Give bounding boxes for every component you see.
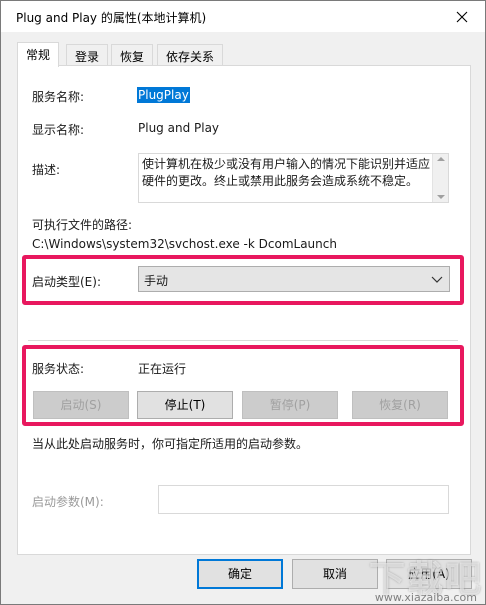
- window-title: Plug and Play 的属性(本地计算机): [16, 11, 207, 25]
- chevron-down-icon: [431, 276, 443, 283]
- title-bar: Plug and Play 的属性(本地计算机): [1, 1, 485, 32]
- cancel-button[interactable]: 取消: [292, 559, 378, 589]
- watermark-url: www.xiazaiba.com: [374, 591, 477, 604]
- scroll-down-icon[interactable]: [437, 195, 445, 199]
- ok-button[interactable]: 确定: [197, 559, 283, 589]
- properties-dialog: Plug and Play 的属性(本地计算机) 常规 登录 恢复 依存关系 服…: [0, 0, 486, 605]
- description-text: 使计算机在极少或没有用户输入的情况下能识别并适应硬件的更改。终止或禁用此服务会造…: [142, 157, 431, 188]
- tab-bar: 常规 登录 恢复 依存关系: [17, 42, 471, 67]
- exe-path-label: 可执行文件的路径:: [32, 218, 133, 232]
- description-label: 描述:: [32, 163, 61, 177]
- section-divider: [28, 340, 458, 341]
- start-button[interactable]: 启动(S): [33, 391, 129, 419]
- service-name-label: 服务名称:: [32, 90, 85, 104]
- startup-type-value: 手动: [144, 274, 169, 288]
- general-panel: 服务名称: PlugPlay 显示名称: Plug and Play 描述: 使…: [17, 65, 471, 555]
- tab-dependencies[interactable]: 依存关系: [157, 44, 224, 66]
- service-name-value[interactable]: PlugPlay: [137, 87, 190, 103]
- tab-logon[interactable]: 登录: [66, 44, 109, 66]
- exe-path-value[interactable]: C:\Windows\system32\svchost.exe -k DcomL…: [32, 237, 337, 251]
- service-status-value: 正在运行: [138, 362, 187, 376]
- start-params-label: 启动参数(M):: [32, 495, 104, 509]
- description-box[interactable]: 使计算机在极少或没有用户输入的情况下能识别并适应硬件的更改。终止或禁用此服务会造…: [138, 153, 449, 203]
- close-icon: [456, 11, 468, 22]
- pause-button[interactable]: 暂停(P): [242, 391, 338, 419]
- tab-general[interactable]: 常规: [17, 42, 60, 67]
- description-scrollbar[interactable]: [432, 154, 448, 202]
- start-params-hint: 当从此处启动服务时，你可指定所适用的启动参数。: [32, 437, 309, 451]
- stop-button[interactable]: 停止(T): [137, 391, 233, 419]
- startup-type-select[interactable]: 手动: [138, 266, 450, 292]
- service-status-label: 服务状态:: [32, 362, 85, 376]
- display-name-label: 显示名称:: [32, 123, 85, 137]
- startup-type-label: 启动类型(E):: [32, 275, 101, 289]
- tab-recovery[interactable]: 恢复: [111, 44, 154, 66]
- start-params-input[interactable]: [158, 485, 449, 514]
- display-name-value[interactable]: Plug and Play: [138, 121, 219, 135]
- scroll-up-icon[interactable]: [437, 157, 445, 161]
- close-button[interactable]: [439, 1, 485, 32]
- resume-button[interactable]: 恢复(R): [352, 391, 448, 419]
